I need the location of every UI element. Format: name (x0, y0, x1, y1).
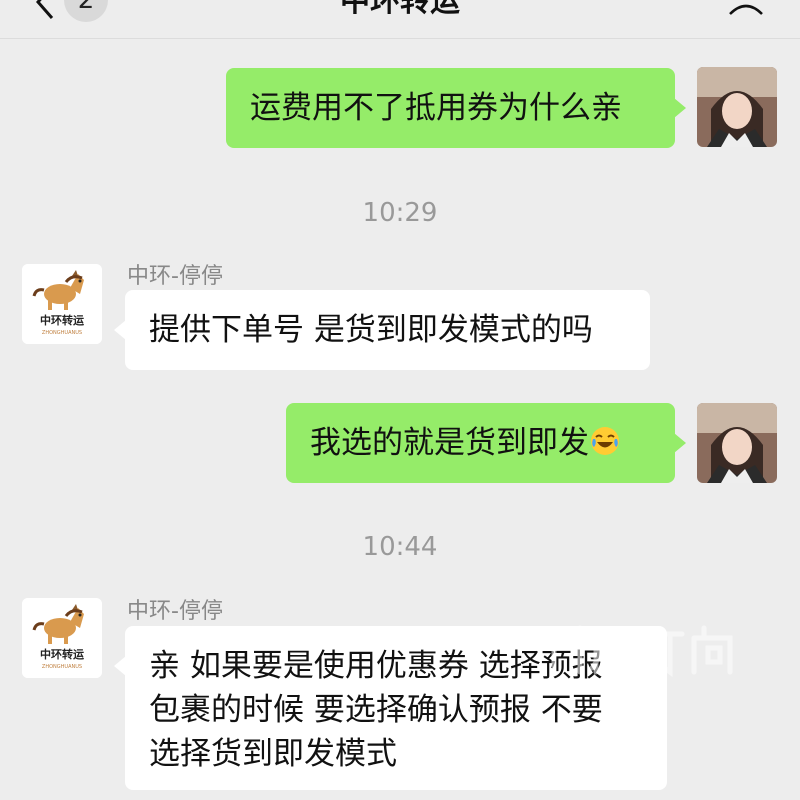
svg-text:ZHONGHUANUS: ZHONGHUANUS (42, 664, 82, 670)
chat-title: 中环转运 (340, 0, 460, 19)
message-line: 选择货到即发模式 (149, 736, 397, 772)
message-line: 包裹的时候 要选择确认预报 不要 (149, 692, 603, 728)
message-text: 提供下单号 是货到即发模式的吗 (149, 312, 593, 348)
my-avatar[interactable] (697, 403, 777, 483)
message-text: 运费用不了抵用券为什么亲 (250, 90, 622, 126)
message-timestamp: 10:29 (362, 198, 438, 228)
horse-logo-icon: 中环转运 ZHONGHUANUS (22, 598, 102, 678)
svg-text:ZHONGHUANUS: ZHONGHUANUS (42, 330, 82, 336)
svg-text:中环转运: 中环转运 (40, 647, 84, 661)
crying-laughing-emoji-icon (591, 427, 619, 455)
my-avatar[interactable] (697, 67, 777, 147)
their-message-bubble[interactable]: 亲 如果要是使用优惠券 选择预报 包裹的时候 要选择确认预报 不要 选择货到即发… (114, 626, 667, 790)
contact-profile-icon[interactable] (726, 0, 766, 18)
svg-text:中环转运: 中环转运 (40, 313, 84, 327)
horse-logo-icon: 中环转运 ZHONGHUANUS (22, 264, 102, 344)
chat-header: 2 中环转运 (0, 0, 800, 39)
their-message-bubble[interactable]: 提供下单号 是货到即发模式的吗 (114, 290, 650, 370)
message-text: 我选的就是货到即发 (310, 425, 589, 461)
my-message-bubble[interactable]: 运费用不了抵用券为什么亲 (226, 68, 686, 148)
sender-name: 中环-停停 (127, 599, 223, 624)
shop-avatar[interactable]: 中环转运 ZHONGHUANUS (22, 264, 102, 344)
shop-avatar[interactable]: 中环转运 ZHONGHUANUS (22, 598, 102, 678)
sender-name: 中环-停停 (127, 264, 223, 289)
my-message-bubble[interactable]: 我选的就是货到即发 (286, 403, 686, 483)
message-line: 亲 如果要是使用优惠券 选择预报 (149, 648, 603, 684)
message-timestamp: 10:44 (362, 532, 438, 562)
